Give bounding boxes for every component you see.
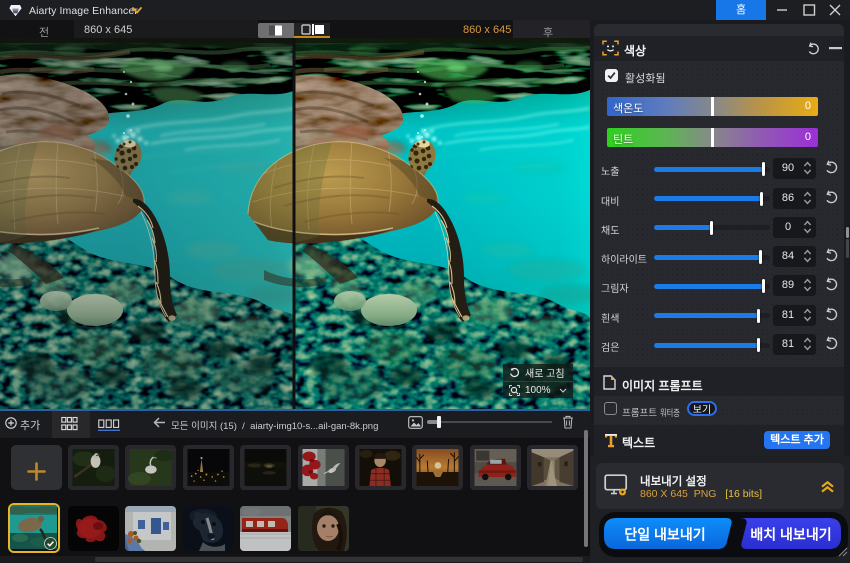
svg-text:단일 내보내기: 단일 내보내기 — [624, 527, 705, 543]
svg-text:배치 내보내기: 배치 내보내기 — [750, 527, 831, 543]
